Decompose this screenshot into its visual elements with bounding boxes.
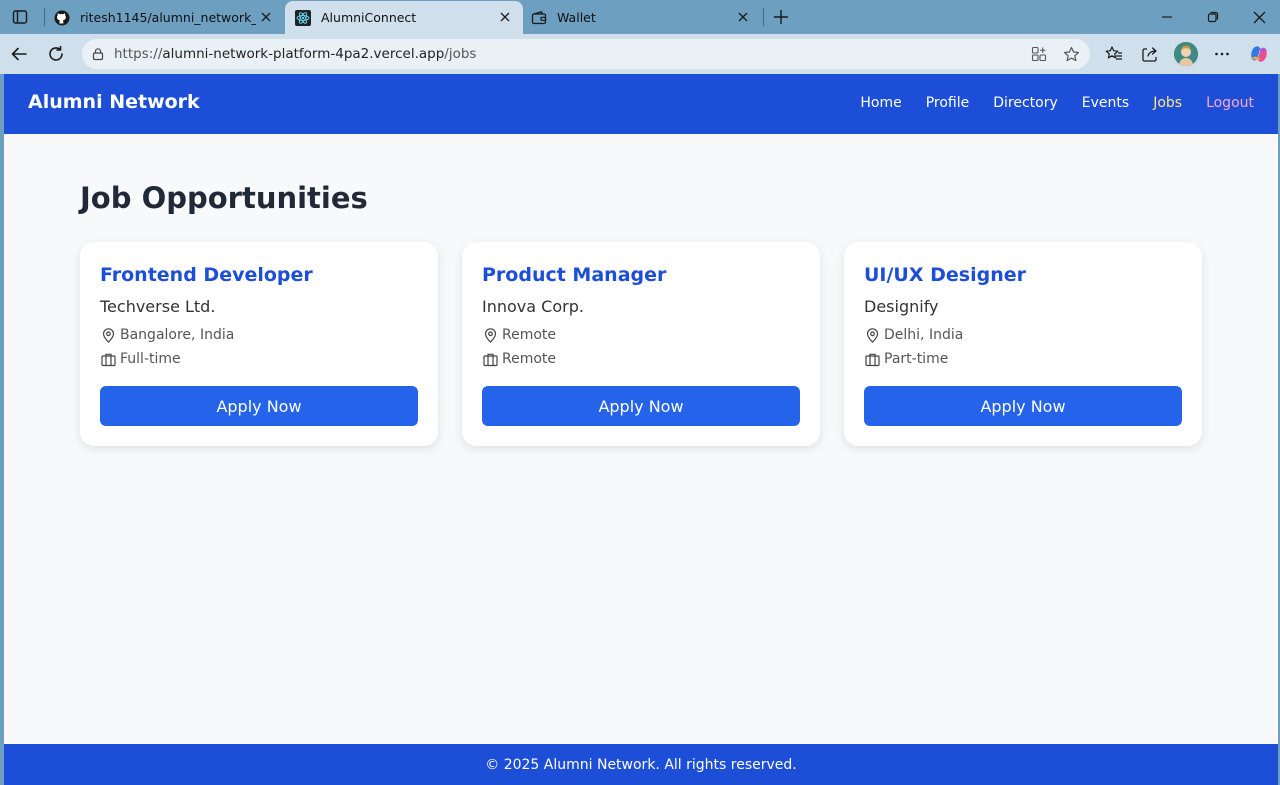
job-location-text: Remote xyxy=(502,327,557,343)
wallet-icon xyxy=(531,10,547,26)
job-type-text: Remote xyxy=(502,351,557,367)
favorites-icon[interactable] xyxy=(1103,43,1125,65)
github-icon xyxy=(54,10,70,26)
nav-directory[interactable]: Directory xyxy=(993,95,1058,111)
restore-icon[interactable] xyxy=(1202,6,1224,28)
job-title: Product Manager xyxy=(482,264,667,286)
job-type: Remote xyxy=(482,351,556,367)
tab-wallet[interactable]: Wallet xyxy=(521,1,761,34)
tab-alumniconnect[interactable]: AlumniConnect xyxy=(285,1,523,34)
minimize-icon[interactable] xyxy=(1156,6,1178,28)
briefcase-icon xyxy=(482,351,498,367)
nav-logout[interactable]: Logout xyxy=(1206,95,1254,111)
location-pin-icon xyxy=(482,327,498,343)
job-card: UI/UX Designer Designify Delhi, India Pa… xyxy=(844,242,1202,446)
job-company: Designify xyxy=(864,297,939,316)
site-footer: © 2025 Alumni Network. All rights reserv… xyxy=(4,744,1278,785)
job-type-text: Part-time xyxy=(884,351,949,367)
app-available-icon[interactable] xyxy=(1030,45,1048,63)
favorite-star-icon[interactable] xyxy=(1062,45,1080,63)
back-icon[interactable] xyxy=(8,43,30,65)
job-title: UI/UX Designer xyxy=(864,264,1026,286)
tab-close-icon[interactable] xyxy=(497,9,513,25)
job-card-list: Frontend Developer Techverse Ltd. Bangal… xyxy=(80,242,1202,446)
sidebar-toggle-icon[interactable] xyxy=(10,7,30,27)
react-icon xyxy=(295,9,311,26)
refresh-icon[interactable] xyxy=(45,43,67,65)
footer-copyright: © 2025 Alumni Network. All rights reserv… xyxy=(485,756,797,773)
job-location-text: Bangalore, India xyxy=(120,327,235,343)
apply-now-button[interactable]: Apply Now xyxy=(100,386,418,426)
nav-events[interactable]: Events xyxy=(1082,95,1129,111)
tab-github[interactable]: ritesh1145/alumni_network_platfo xyxy=(44,1,284,34)
job-location: Remote xyxy=(482,327,556,343)
apply-now-button[interactable]: Apply Now xyxy=(482,386,800,426)
job-company: Techverse Ltd. xyxy=(100,297,216,316)
address-bar[interactable]: https://alumni-network-platform-4pa2.ver… xyxy=(82,39,1090,69)
nav-jobs[interactable]: Jobs xyxy=(1153,95,1182,111)
apply-now-button[interactable]: Apply Now xyxy=(864,386,1182,426)
job-title: Frontend Developer xyxy=(100,264,313,286)
job-card: Product Manager Innova Corp. Remote Remo… xyxy=(462,242,820,446)
briefcase-icon xyxy=(864,351,880,367)
lock-icon[interactable] xyxy=(90,46,106,62)
new-tab-icon[interactable] xyxy=(770,6,792,28)
tab-close-icon[interactable] xyxy=(258,9,274,25)
tab-close-icon[interactable] xyxy=(735,9,751,25)
site-navbar: Alumni Network Home Profile Directory Ev… xyxy=(4,74,1278,134)
browser-toolbar: https://alumni-network-platform-4pa2.ver… xyxy=(0,34,1280,74)
job-location: Delhi, India xyxy=(864,327,963,343)
tab-title: AlumniConnect xyxy=(321,10,417,25)
profile-avatar[interactable] xyxy=(1174,42,1198,66)
job-card: Frontend Developer Techverse Ltd. Bangal… xyxy=(80,242,438,446)
page-viewport: Alumni Network Home Profile Directory Ev… xyxy=(4,74,1278,785)
nav-links: Home Profile Directory Events Jobs Logou… xyxy=(836,95,1254,111)
job-type-text: Full-time xyxy=(120,351,181,367)
nav-home[interactable]: Home xyxy=(860,95,901,111)
job-company: Innova Corp. xyxy=(482,297,584,316)
url-text: https://alumni-network-platform-4pa2.ver… xyxy=(114,46,477,62)
job-type: Full-time xyxy=(100,351,181,367)
copilot-icon[interactable] xyxy=(1248,43,1270,65)
job-type: Part-time xyxy=(864,351,948,367)
tab-title: Wallet xyxy=(557,10,596,25)
more-options-icon[interactable] xyxy=(1211,43,1233,65)
site-brand[interactable]: Alumni Network xyxy=(28,91,200,113)
browser-tabstrip: ritesh1145/alumni_network_platfo AlumniC… xyxy=(0,0,1280,34)
location-pin-icon xyxy=(100,327,116,343)
close-window-icon[interactable] xyxy=(1248,6,1270,28)
tab-title: ritesh1145/alumni_network_platfo xyxy=(80,10,256,25)
briefcase-icon xyxy=(100,351,116,367)
share-icon[interactable] xyxy=(1139,43,1161,65)
nav-profile[interactable]: Profile xyxy=(926,95,970,111)
tab-separator xyxy=(763,8,764,26)
location-pin-icon xyxy=(864,327,880,343)
job-location: Bangalore, India xyxy=(100,327,234,343)
page-title: Job Opportunities xyxy=(80,181,368,215)
job-location-text: Delhi, India xyxy=(884,327,964,343)
